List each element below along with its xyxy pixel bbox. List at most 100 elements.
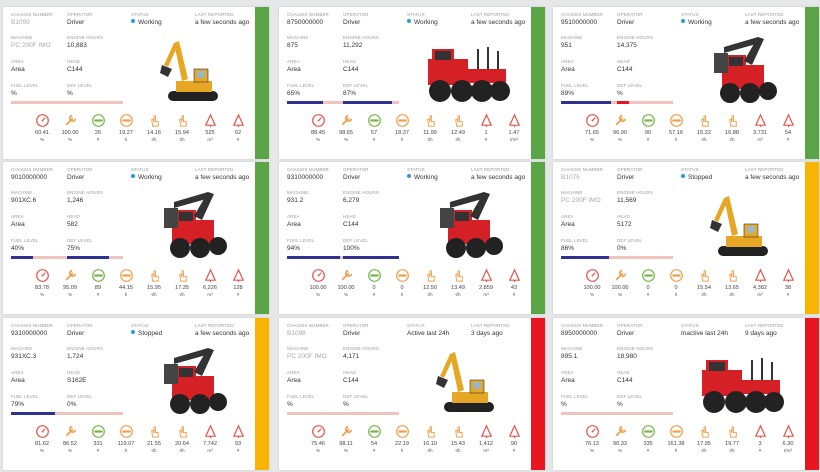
tree-icon [781, 424, 796, 439]
last-reported-value: a few seconds ago [195, 174, 250, 181]
machine-label: MACHINE [287, 35, 309, 40]
status-dot-icon [131, 330, 135, 334]
area-value: Area [287, 377, 301, 384]
machine-value: PC 200F IMO [11, 42, 51, 49]
last-reported-label: LAST REPORTED [471, 12, 510, 17]
machine-label: MACHINE [561, 190, 583, 195]
metric-unit: # [236, 292, 240, 297]
def-level-bar [343, 256, 399, 259]
metric-value: 18.37 [395, 130, 409, 136]
metric-value: 75.46 [311, 441, 325, 447]
gauge-icon [311, 113, 326, 128]
head-label: HEAD [67, 214, 80, 219]
metric-value: 26 [94, 130, 102, 136]
metrics-row: 71.65% 96.90% 90 #57.16 h 15.22 t/h 16.88 t/h 3,7… [579, 113, 804, 153]
machine-card[interactable]: CHASSIS NUMBER 9510000000 OPERATOR Driver ST… [553, 7, 819, 159]
metric-tree: 3 # [747, 424, 773, 454]
chassis-label: CHASSIS NUMBER [11, 12, 53, 17]
hand-icon [175, 113, 190, 128]
metric-unit: m³ [207, 137, 213, 142]
tree-icon [753, 268, 768, 283]
metric-value: 100.00 [337, 285, 355, 291]
hand-icon [451, 113, 466, 128]
def-value: % [617, 401, 623, 408]
tree-icon [753, 424, 768, 439]
status-badge: Working [131, 174, 162, 182]
wrench-icon [613, 268, 628, 283]
def-value: % [617, 90, 623, 97]
metric-wrench: 86.52% [57, 424, 83, 454]
status-label: STATUS [407, 167, 425, 172]
metric-tree: 38 # [775, 268, 801, 298]
metric-value: 19.77 [725, 441, 739, 447]
tree-icon [507, 113, 522, 128]
operator-label: OPERATOR [67, 12, 93, 17]
wrench-icon [63, 424, 78, 439]
head-label: HEAD [67, 370, 80, 375]
metric-value: 90.33 [613, 441, 627, 447]
area-value: Area [11, 221, 25, 228]
tree-icon [781, 268, 796, 283]
operator-value: Driver [343, 19, 361, 26]
metric-tree: 93 # [225, 424, 251, 454]
area-value: Area [561, 377, 575, 384]
metric-value: 44.15 [119, 285, 133, 291]
area-label: AREA [11, 214, 24, 219]
machine-image [146, 340, 238, 422]
metric-tree: 1,412 m³ [473, 424, 499, 454]
metric-unit: m³ [207, 448, 213, 453]
metric-hours: 57.16 h [663, 113, 689, 143]
machine-value: PC 200F IMO [287, 353, 327, 360]
status-badge: Stopped [131, 330, 162, 338]
metric-value: 7,742 [203, 441, 217, 447]
metric-unit: h [124, 448, 128, 453]
metric-hand: 12.49 t/h [445, 113, 471, 143]
hand-icon [175, 268, 190, 283]
machine-card[interactable]: CHASSIS NUMBER 8750000000 OPERATOR Driver ST… [279, 7, 545, 159]
engine-hours-value: 14,375 [617, 42, 637, 49]
hand-icon [451, 424, 466, 439]
machine-card[interactable]: CHASSIS NUMBER B1098 OPERATOR Driver STATUS A… [279, 318, 545, 470]
fuel-level-bar [287, 101, 343, 104]
metric-tree: 43 # [501, 268, 527, 298]
metric-unit: % [617, 448, 623, 453]
metric-value: 16.10 [423, 441, 437, 447]
metric-unit: # [512, 292, 516, 297]
metric-value: 89 [94, 285, 102, 291]
machine-card[interactable]: CHASSIS NUMBER 9310000000 OPERATOR Driver ST… [279, 162, 545, 314]
machine-image [146, 29, 238, 111]
machine-card[interactable]: CHASSIS NUMBER 9310000000 OPERATOR Driver ST… [3, 318, 269, 470]
rpm-icon [91, 113, 106, 128]
machine-card[interactable]: CHASSIS NUMBER B1075 OPERATOR Driver STATUS S… [553, 162, 819, 314]
fuel-value: 94% [287, 245, 301, 252]
head-value: C144 [617, 377, 633, 384]
metric-gauge: 100.00% [579, 268, 605, 298]
hand-icon [725, 268, 740, 283]
machine-card[interactable]: CHASSIS NUMBER 8950000000 OPERATOR Driver ST… [553, 318, 819, 470]
hours-icon [395, 113, 410, 128]
metric-unit: t/h [455, 448, 461, 453]
status-dot-icon [131, 174, 135, 178]
metric-tree: 6,226 m³ [197, 268, 223, 298]
machine-card[interactable]: CHASSIS NUMBER B1099 OPERATOR Driver STATUS W… [3, 7, 269, 159]
head-value: C144 [343, 66, 359, 73]
metric-hand: 20.64 t/h [169, 424, 195, 454]
metric-unit: # [236, 448, 240, 453]
metric-gauge: 88.45% [305, 113, 331, 143]
metric-unit: # [96, 292, 100, 297]
def-level-bar [67, 256, 123, 259]
machine-card[interactable]: CHASSIS NUMBER 9010000000 OPERATOR Driver ST… [3, 162, 269, 314]
area-value: Area [561, 66, 575, 73]
metric-gauge: 100.00% [305, 268, 331, 298]
hand-icon [697, 113, 712, 128]
gauge-icon [585, 113, 600, 128]
def-label: DEF LEVEL [67, 83, 93, 88]
metric-unit: % [343, 292, 349, 297]
rpm-icon [367, 113, 382, 128]
fuel-value: % [287, 401, 293, 408]
status-badge: Working [407, 19, 438, 27]
metric-hand: 15.54 t/h [691, 268, 717, 298]
fuel-label: FUEL LEVEL [11, 83, 39, 88]
status-label: STATUS [681, 12, 699, 17]
metric-unit: # [646, 292, 650, 297]
